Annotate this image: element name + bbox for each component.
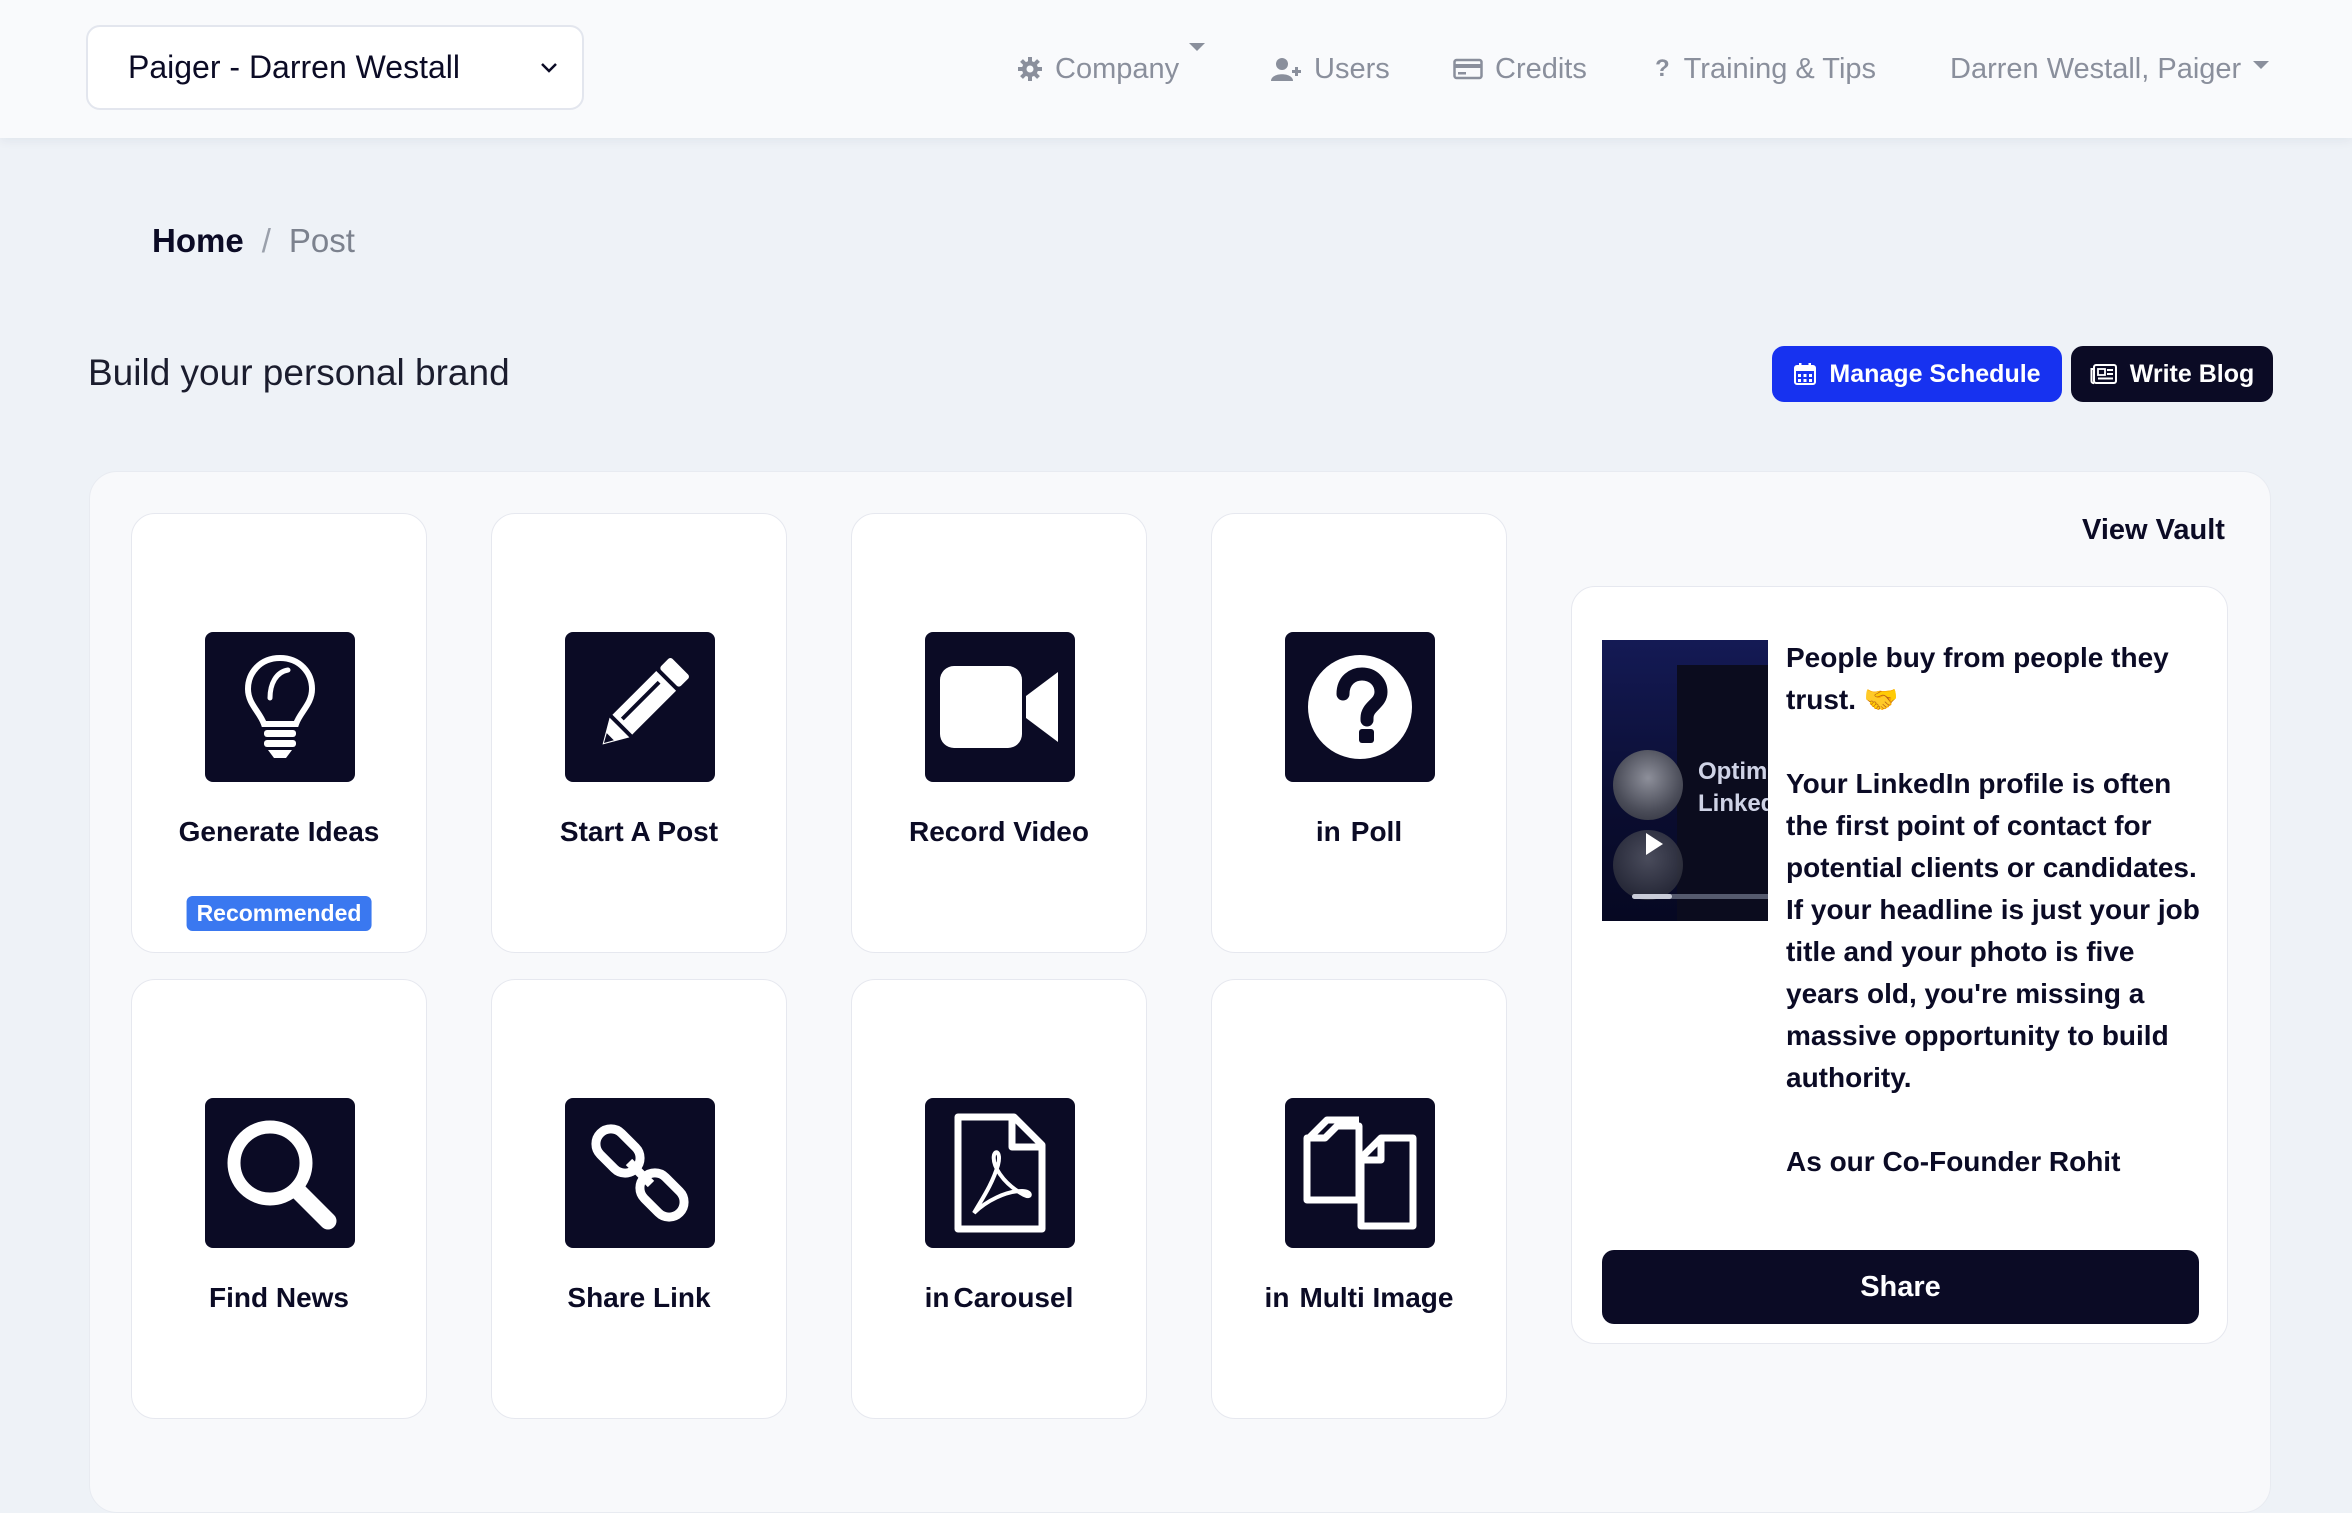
tile-find-news-label: Find News [208, 1282, 349, 1313]
tile-poll[interactable]: in Poll [1211, 513, 1507, 953]
breadcrumb: Home / Post [152, 222, 355, 260]
gear-icon [1018, 57, 1042, 81]
tile-label: Generate Ideas [132, 816, 426, 848]
tile-icon-box [925, 1098, 1075, 1248]
pencil-icon [602, 658, 689, 745]
tile-multi-image[interactable]: in Multi Image [1211, 979, 1507, 1419]
user-add-icon [1271, 58, 1301, 81]
write-blog-label: Write Blog [2129, 359, 2255, 388]
tile-icon-box [565, 632, 715, 782]
tile-icon-box [205, 1098, 355, 1248]
tile-icon-box [565, 1098, 715, 1248]
nav-company-label: Company [1055, 52, 1180, 85]
newspaper-icon [2090, 364, 2117, 385]
play-icon[interactable] [1646, 833, 1663, 855]
page-title: Build your personal brand [88, 352, 510, 393]
avatar [1613, 750, 1683, 820]
nav-users-label: Users [1314, 52, 1390, 85]
organization-select-value: Paiger - Darren Westall [128, 49, 460, 85]
post-preview-text: People buy from people they trust. 🤝 You… [1786, 637, 2206, 1267]
tile-label: Record Video [852, 816, 1146, 848]
tile-share-link[interactable]: Share Link [491, 979, 787, 1419]
nav-credits-label: Credits [1495, 52, 1587, 85]
lightbulb-icon [244, 654, 316, 758]
tile-carousel-label: Carousel [953, 1282, 1074, 1313]
breadcrumb-current: Post [288, 222, 355, 259]
tile-share-link-label: Share Link [567, 1282, 711, 1313]
caret-down-icon [2253, 61, 2270, 69]
question-icon: ? [1655, 55, 1670, 82]
video-thumbnail[interactable]: Optim Linked [1602, 640, 1768, 921]
link-icon [591, 1124, 689, 1222]
manage-schedule-button[interactable]: Manage Schedule [1772, 346, 2062, 402]
copy-files-icon [1303, 1116, 1417, 1230]
tile-label: Find News [132, 1282, 426, 1314]
linkedin-icon: in [1264, 1282, 1290, 1313]
tile-start-a-post-label: Start A Post [559, 816, 719, 847]
tile-label: in Carousel [852, 1282, 1146, 1314]
nav-account-label: Darren Westall, Paiger [1950, 52, 2242, 85]
chevron-down-icon [541, 63, 557, 73]
caret-down-icon [1189, 43, 1206, 51]
tile-label: Share Link [492, 1282, 786, 1314]
write-blog-button[interactable]: Write Blog [2071, 346, 2273, 402]
view-vault-link[interactable]: View Vault [2082, 514, 2225, 547]
tile-icon-box [925, 632, 1075, 782]
manage-schedule-label: Manage Schedule [1829, 359, 2041, 388]
breadcrumb-home[interactable]: Home [152, 222, 244, 260]
breadcrumb-separator: / [261, 222, 271, 259]
nav-training-label: Training & Tips [1683, 52, 1877, 85]
nav-credits[interactable]: Credits [1453, 48, 1587, 90]
tile-icon-box [205, 632, 355, 782]
tile-multi-image-label: Multi Image [1299, 1282, 1454, 1313]
tile-icon-box [1285, 632, 1435, 782]
share-button[interactable]: Share [1602, 1250, 2199, 1324]
linkedin-icon: in [1315, 816, 1341, 847]
post-paragraph: As our Co-Founder Rohit [1786, 1146, 2121, 1177]
tile-record-video-label: Record Video [909, 816, 1089, 847]
top-navbar: Paiger - Darren Westall Company Users Cr… [0, 0, 2352, 138]
tile-icon-box [1285, 1098, 1435, 1248]
recommended-badge: Recommended [186, 896, 372, 931]
thumbnail-text: Optim [1698, 758, 1768, 785]
tile-label: in Multi Image [1212, 1282, 1506, 1314]
tile-find-news[interactable]: Find News [131, 979, 427, 1419]
tile-record-video[interactable]: Record Video [851, 513, 1147, 953]
credit-card-icon [1453, 58, 1483, 80]
vault-post-card: Optim Linked People buy from people they… [1571, 586, 2228, 1344]
nav-company[interactable]: Company [1017, 43, 1206, 90]
tile-start-a-post[interactable]: Start A Post [491, 513, 787, 953]
question-circle-icon [1308, 655, 1412, 759]
thumbnail-text: Linked [1698, 790, 1768, 817]
magnifier-icon [227, 1120, 337, 1230]
tile-label: in Poll [1212, 816, 1506, 848]
tile-generate-ideas-label: Generate Ideas [178, 816, 380, 847]
tile-generate-ideas[interactable]: Generate Ideas Recommended [131, 513, 427, 953]
tile-carousel[interactable]: in Carousel [851, 979, 1147, 1419]
video-camera-icon [940, 666, 1058, 748]
organization-select[interactable]: Paiger - Darren Westall [86, 25, 584, 110]
nav-training-tips[interactable]: ? Training & Tips [1655, 48, 1876, 90]
tile-label: Start A Post [492, 816, 786, 848]
calendar-icon [1794, 363, 1817, 385]
nav-account-menu[interactable]: Darren Westall, Paiger [1950, 48, 2270, 90]
tile-poll-label: Poll [1350, 816, 1403, 847]
nav-users[interactable]: Users [1270, 48, 1390, 90]
post-paragraph: People buy from people they trust. 🤝 [1786, 642, 2169, 715]
post-paragraph: Your LinkedIn profile is often the first… [1786, 768, 2200, 1093]
linkedin-icon: in [924, 1282, 950, 1313]
pdf-file-icon [954, 1113, 1046, 1233]
video-progress-bar[interactable] [1632, 894, 1768, 899]
